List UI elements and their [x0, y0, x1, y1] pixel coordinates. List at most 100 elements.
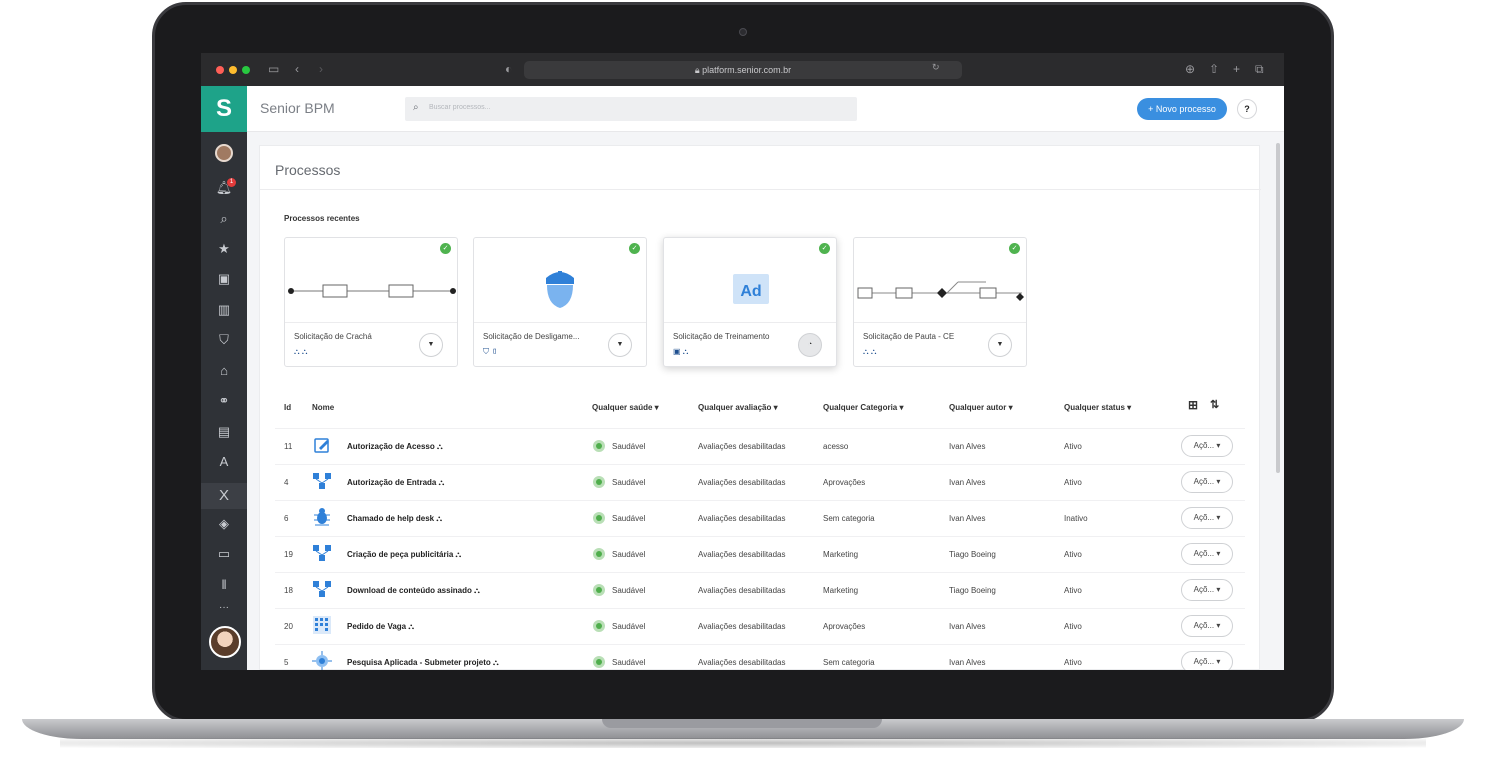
sort-icon[interactable]: ⇅ [1210, 398, 1219, 411]
row-rating: Avaliações desabilitadas [698, 658, 786, 667]
tabs-overview-icon[interactable]: ⧉ [1255, 62, 1264, 77]
row-name[interactable]: Pesquisa Aplicada - Submeter projeto ⛬ [347, 658, 499, 668]
actions-dropdown-button[interactable]: Açõ... ▾ [1181, 615, 1233, 637]
new-tab-icon[interactable]: + [1233, 62, 1240, 76]
filter-status[interactable]: Qualquer status ▾ [1064, 403, 1131, 412]
font-icon[interactable]: A [201, 452, 247, 472]
row-name[interactable]: Autorização de Entrada ⛬ [347, 478, 444, 488]
filter-author[interactable]: Qualquer autor ▾ [949, 403, 1013, 412]
search-input[interactable]: ⌕ Buscar processos... [405, 97, 857, 121]
row-status: Ativo [1064, 442, 1082, 451]
filter-category[interactable]: Qualquer Categoria ▾ [823, 403, 903, 412]
pause-icon[interactable]: ‖ [201, 575, 247, 595]
profile-avatar[interactable] [209, 626, 241, 658]
reload-icon[interactable]: ↻ [932, 62, 940, 73]
bell-icon[interactable]: 🔔︎ 1 [201, 178, 247, 198]
laptop-frame: ▭ ‹ › ◐ 🔒︎ platform.senior.com.br ↻ ⊕ ⇧ … [0, 0, 1485, 768]
chart-icon[interactable]: ▥ [201, 300, 247, 320]
handshake-icon[interactable]: ⚭ [201, 391, 247, 411]
row-name[interactable]: Chamado de help desk ⛬ [347, 514, 442, 524]
check-icon: ✓ [819, 243, 830, 254]
table-row[interactable]: 6 Chamado de help desk ⛬ Saudável Avaliaçõe… [260, 500, 1261, 536]
table-row[interactable]: 18 Download de conteúdo assinado ⛬ Saudáve… [260, 572, 1261, 608]
recent-card-selected[interactable]: Ad ✓ Solicitação de Treinamento ▣ ⛬ ◔ [663, 237, 837, 367]
star-icon[interactable]: ★ [201, 239, 247, 259]
row-name[interactable]: Criação de peça publicitária ⛬ [347, 550, 461, 560]
row-name[interactable]: Pedido de Vaga ⛬ [347, 622, 414, 632]
row-health: Saudável [612, 478, 646, 487]
actions-dropdown-button[interactable]: Açõ... ▾ [1181, 651, 1233, 670]
privacy-shield-icon[interactable]: ◐ [505, 62, 512, 76]
diamond-icon[interactable]: ◈ [201, 514, 247, 534]
maximize-window-button[interactable] [242, 66, 250, 74]
card-menu-button[interactable]: ◔ [798, 333, 822, 357]
row-id: 18 [284, 586, 293, 595]
more-icon[interactable]: ··· [201, 598, 247, 618]
recent-card[interactable]: ✓ Solicitação de Pauta - CE ⛬ ⛬ ▼ [853, 237, 1027, 367]
grid-view-icon[interactable]: ⊞ [1188, 398, 1198, 412]
table-row[interactable]: 19 Criação de peça publicitária ⛬ Saudável… [260, 536, 1261, 572]
filter-health[interactable]: Qualquer saúde ▾ [592, 403, 659, 412]
actions-dropdown-button[interactable]: Açõ... ▾ [1181, 507, 1233, 529]
user-avatar[interactable] [215, 144, 233, 162]
monitor-icon[interactable]: ▭ [201, 544, 247, 564]
health-status-icon [593, 512, 605, 524]
laptop-shadow [60, 738, 1426, 748]
row-divider [275, 464, 1245, 465]
help-icon[interactable]: ? [1237, 99, 1257, 119]
x-icon[interactable]: X [201, 483, 247, 509]
briefcase-icon[interactable]: ▤ [201, 422, 247, 442]
new-process-button[interactable]: + Novo processo [1137, 98, 1227, 120]
card-menu-button[interactable]: ▼ [608, 333, 632, 357]
cube-icon[interactable]: ▣ [201, 269, 247, 289]
row-category: Marketing [823, 586, 859, 595]
close-window-button[interactable] [216, 66, 224, 74]
actions-dropdown-button[interactable]: Açõ... ▾ [1181, 579, 1233, 601]
back-icon[interactable]: ‹ [295, 62, 299, 76]
card-menu-button[interactable]: ▼ [988, 333, 1012, 357]
table-row[interactable]: 20 Pedido de Vaga ⛬ Saudável Avaliações des… [260, 608, 1261, 644]
sidebar-toggle-icon[interactable]: ▭ [268, 62, 279, 76]
row-divider [275, 536, 1245, 537]
filter-rating[interactable]: Qualquer avaliação ▾ [698, 403, 778, 412]
address-bar[interactable]: 🔒︎ platform.senior.com.br [524, 61, 962, 79]
divider [260, 189, 1261, 190]
table-row[interactable]: 4 Autorização de Entrada ⛬ Saudável Avaliaç… [260, 464, 1261, 500]
search-icon[interactable]: ⌕ [201, 209, 247, 229]
table-row[interactable]: 5 Pesquisa Aplicada - Submeter projeto ⛬ S… [260, 644, 1261, 670]
acorn-icon [546, 271, 574, 308]
row-name-text: Criação de peça publicitária [347, 550, 454, 559]
process-type-icon: ⛬ [474, 586, 480, 595]
forward-icon[interactable]: › [319, 62, 323, 76]
share-icon[interactable]: ⇧ [1209, 62, 1219, 76]
health-status-icon [593, 656, 605, 668]
process-type-icon: ⛉ ▯ [483, 347, 498, 356]
scrollbar[interactable] [1276, 143, 1280, 473]
row-category: Aprovações [823, 478, 866, 487]
search-icon: ⌕ [413, 102, 419, 113]
recent-processes-label: Processos recentes [284, 214, 360, 223]
card-menu-button[interactable]: ▼ [419, 333, 443, 357]
row-rating: Avaliações desabilitadas [698, 586, 786, 595]
row-divider [275, 428, 1245, 429]
row-name[interactable]: Autorização de Acesso ⛬ [347, 442, 443, 452]
process-type-icon: ⛬ [455, 550, 462, 559]
row-status: Ativo [1064, 550, 1082, 559]
recent-card[interactable]: ✓ Solicitação de Desligame... ⛉ ▯ ▼ [473, 237, 647, 367]
table-row[interactable]: 11 Autorização de Acesso ⛬ Saudável Avaliaç… [260, 428, 1261, 464]
shield-icon[interactable]: ⛉ [201, 330, 247, 350]
row-divider [275, 644, 1245, 645]
org-icon[interactable]: ⌂ [201, 361, 247, 381]
minimize-window-button[interactable] [229, 66, 237, 74]
recent-card[interactable]: ✓ Solicitação de Crachá ⛬ ⛬ ▼ [284, 237, 458, 367]
camera-icon [739, 28, 747, 36]
actions-dropdown-button[interactable]: Açõ... ▾ [1181, 435, 1233, 457]
row-name[interactable]: Download de conteúdo assinado ⛬ [347, 586, 480, 596]
row-health: Saudável [612, 442, 646, 451]
row-author: Ivan Alves [949, 658, 986, 667]
download-icon[interactable]: ⊕ [1185, 62, 1195, 76]
senior-logo-icon[interactable]: S [201, 86, 247, 132]
actions-dropdown-button[interactable]: Açõ... ▾ [1181, 471, 1233, 493]
process-type-icon: ⛬ [436, 442, 443, 451]
actions-dropdown-button[interactable]: Açõ... ▾ [1181, 543, 1233, 565]
